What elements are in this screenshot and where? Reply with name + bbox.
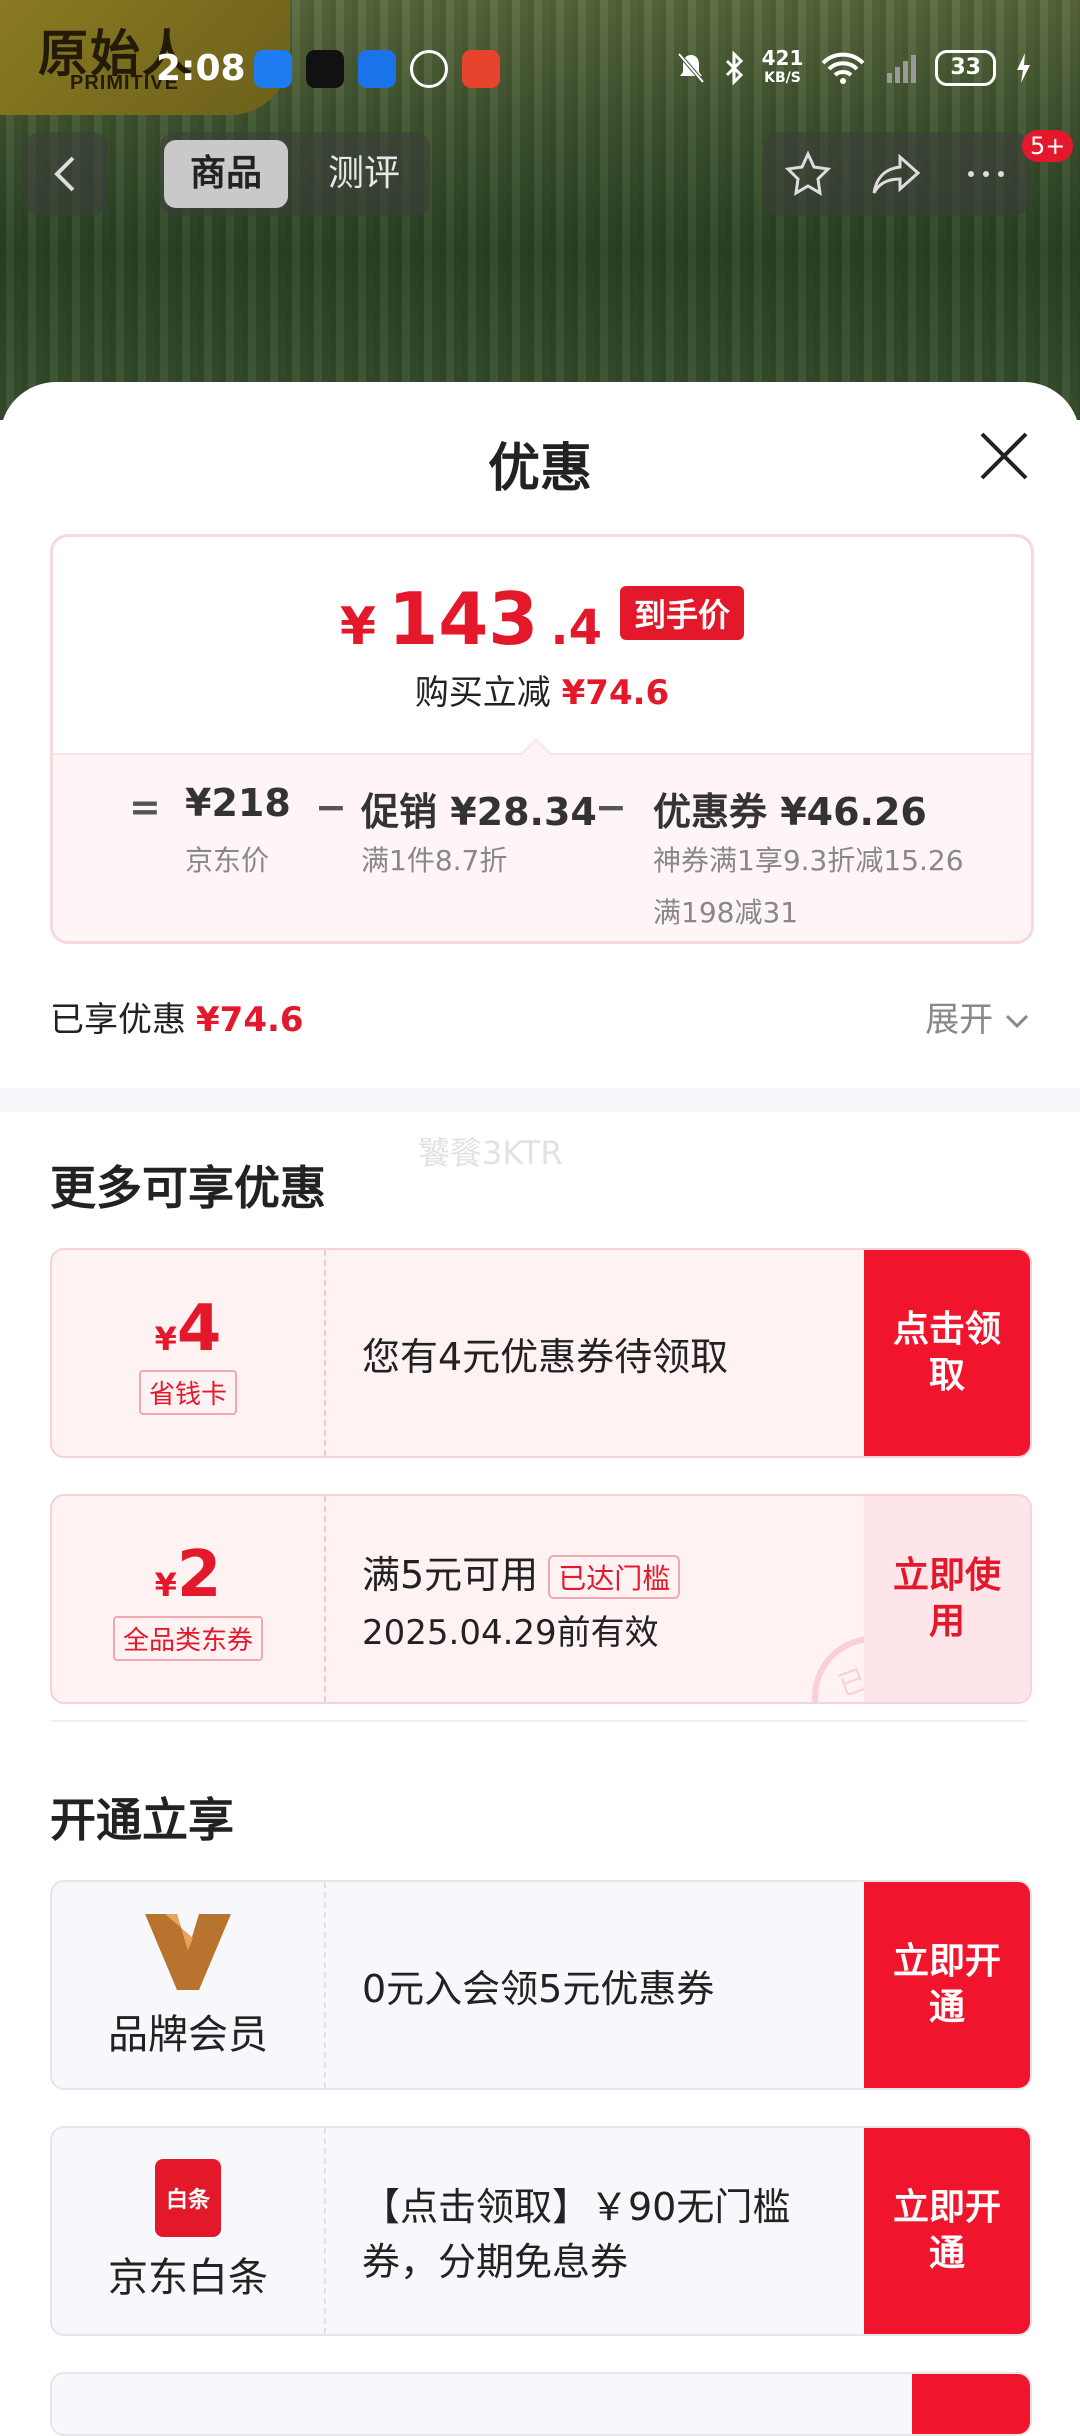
tab-reviews[interactable]: 测评: [302, 140, 426, 208]
coupon-amount: 4: [176, 1291, 222, 1366]
coupon-amount: 优惠券 ¥46.26: [653, 790, 927, 834]
final-price-tag: 到手价: [620, 586, 745, 640]
mute-bell-icon: [677, 52, 705, 84]
enjoyed-discount-value: ¥74.6: [196, 1000, 304, 1040]
app-icon: [462, 50, 500, 88]
status-right: 421 KB/S 33: [676, 48, 1032, 88]
section-divider: [0, 1088, 1080, 1112]
credit-name: 京东白条: [108, 2255, 268, 2301]
credit-description: 【点击领取】￥90无门槛 券，分期免息券: [362, 2185, 791, 2284]
star-icon[interactable]: [783, 149, 833, 199]
app-notify-icon: [254, 50, 292, 88]
watermark: 饕餮3KTR: [418, 1134, 563, 1172]
more-offers-title: 更多可享优惠: [50, 1161, 326, 1215]
coupon-type: 省钱卡: [138, 1369, 237, 1415]
battery-indicator: 33: [935, 50, 996, 86]
status-bar: 2:08 421 KB/S 33: [0, 40, 1080, 100]
membership-card[interactable]: 品牌会员 0元入会领5元优惠券 立即开通: [50, 1880, 1032, 2090]
baitiao-icon: 白条: [155, 2159, 221, 2237]
coupon-threshold: 满5元可用: [362, 1552, 539, 1597]
charging-icon: [1017, 53, 1030, 83]
expand-button[interactable]: 展开: [925, 992, 1030, 1041]
back-button[interactable]: [24, 132, 108, 216]
promo-amount: 促销 ¥28.34: [361, 790, 597, 834]
minus-sign: −: [315, 785, 347, 829]
price-breakdown: = ¥218 京东价 − 促销 ¥28.34 满1件8.7折 − 优惠券 ¥46…: [53, 753, 1031, 941]
coupon-validity: 2025.04.29前有效: [362, 1613, 659, 1654]
promo-rule: 满1件8.7折: [361, 844, 508, 877]
sheet-title: 优惠: [487, 439, 592, 499]
threshold-reached-badge: 已达门槛: [548, 1555, 681, 1600]
product-actions: [764, 132, 1030, 216]
instant-discount-value: ¥74.6: [561, 673, 670, 713]
use-coupon-button[interactable]: 立即使用: [864, 1496, 1030, 1702]
enjoyed-discount: 已享优惠 ¥74.6: [50, 1000, 304, 1040]
final-price-area: ¥ 143 .4 到手价 购买立减 ¥74.6: [53, 537, 1031, 753]
next-card-partial: [50, 2372, 1032, 2436]
coupon-description: 您有4元优惠券待领取: [362, 1334, 729, 1379]
status-time: 2:08: [156, 48, 246, 89]
bluetooth-icon: [725, 51, 743, 85]
net-speed: 421 KB/S: [761, 46, 804, 86]
message-badge: 5+: [1022, 130, 1074, 162]
final-price-value: 143: [388, 577, 539, 661]
claim-coupon-button[interactable]: 点击领取: [864, 1250, 1030, 1456]
equals-sign: =: [129, 785, 161, 829]
coupon-type: 全品类东券: [112, 1615, 263, 1661]
tab-goods[interactable]: 商品: [164, 140, 288, 208]
close-icon[interactable]: [976, 428, 1032, 484]
discount-sheet: 优惠 ¥ 143 .4 到手价 购买立减 ¥74.6 = ¥218 京东价 − …: [0, 382, 1080, 2436]
membership-description: 0元入会领5元优惠券: [362, 1966, 715, 2011]
divider: [50, 1720, 1028, 1722]
price-card: ¥ 143 .4 到手价 购买立减 ¥74.6 = ¥218 京东价 − 促销 …: [50, 534, 1034, 944]
notification-icons: [254, 50, 500, 88]
minus-sign: −: [595, 785, 627, 829]
share-icon[interactable]: [870, 149, 924, 199]
browser-icon: [358, 50, 396, 88]
coupon-amount: 2: [176, 1537, 222, 1612]
coupon-value: ¥2 全品类东券: [52, 1496, 326, 1702]
chevron-left-icon: [54, 156, 75, 192]
jd-price-label: 京东价: [185, 844, 270, 877]
final-price-decimal: .4: [550, 600, 603, 656]
jd-price: ¥218: [185, 781, 291, 825]
credit-card[interactable]: 白条 京东白条 【点击领取】￥90无门槛 券，分期免息券 立即开通: [50, 2126, 1032, 2336]
coupon-card[interactable]: ¥4 省钱卡 您有4元优惠券待领取 点击领取: [50, 1248, 1032, 1458]
coupon-rule-2: 满198减31: [653, 896, 799, 929]
open-benefits-title: 开通立享: [50, 1793, 234, 1847]
more-icon[interactable]: [961, 149, 1011, 199]
open-membership-button[interactable]: 立即开通: [864, 1882, 1030, 2088]
coupon-value: ¥4 省钱卡: [52, 1250, 326, 1456]
membership-name: 品牌会员: [108, 2012, 268, 2058]
brand-member-v-icon: [145, 1914, 231, 1990]
coupon-rule-1: 神券满1享9.3折减15.26: [653, 844, 964, 877]
open-credit-button[interactable]: 立即开通: [864, 2128, 1030, 2334]
coupon-card[interactable]: ¥2 全品类东券 满5元可用已达门槛 2025.04.29前有效 已领 立即使用: [50, 1494, 1032, 1704]
tiktok-icon: [306, 50, 344, 88]
product-tabs: 商品 测评: [160, 132, 430, 216]
signal-icon: [887, 55, 917, 83]
wechat-icon: [410, 50, 448, 88]
coupon-description: 满5元可用 已达门槛 2025.04.29前有效: [362, 1496, 681, 1702]
final-price-currency: ¥: [339, 597, 377, 657]
wifi-icon: [821, 52, 865, 84]
product-nav: 商品 测评 5+: [0, 130, 1080, 218]
chevron-down-icon: [1005, 1014, 1029, 1029]
instant-discount: 购买立减 ¥74.6: [414, 673, 670, 713]
